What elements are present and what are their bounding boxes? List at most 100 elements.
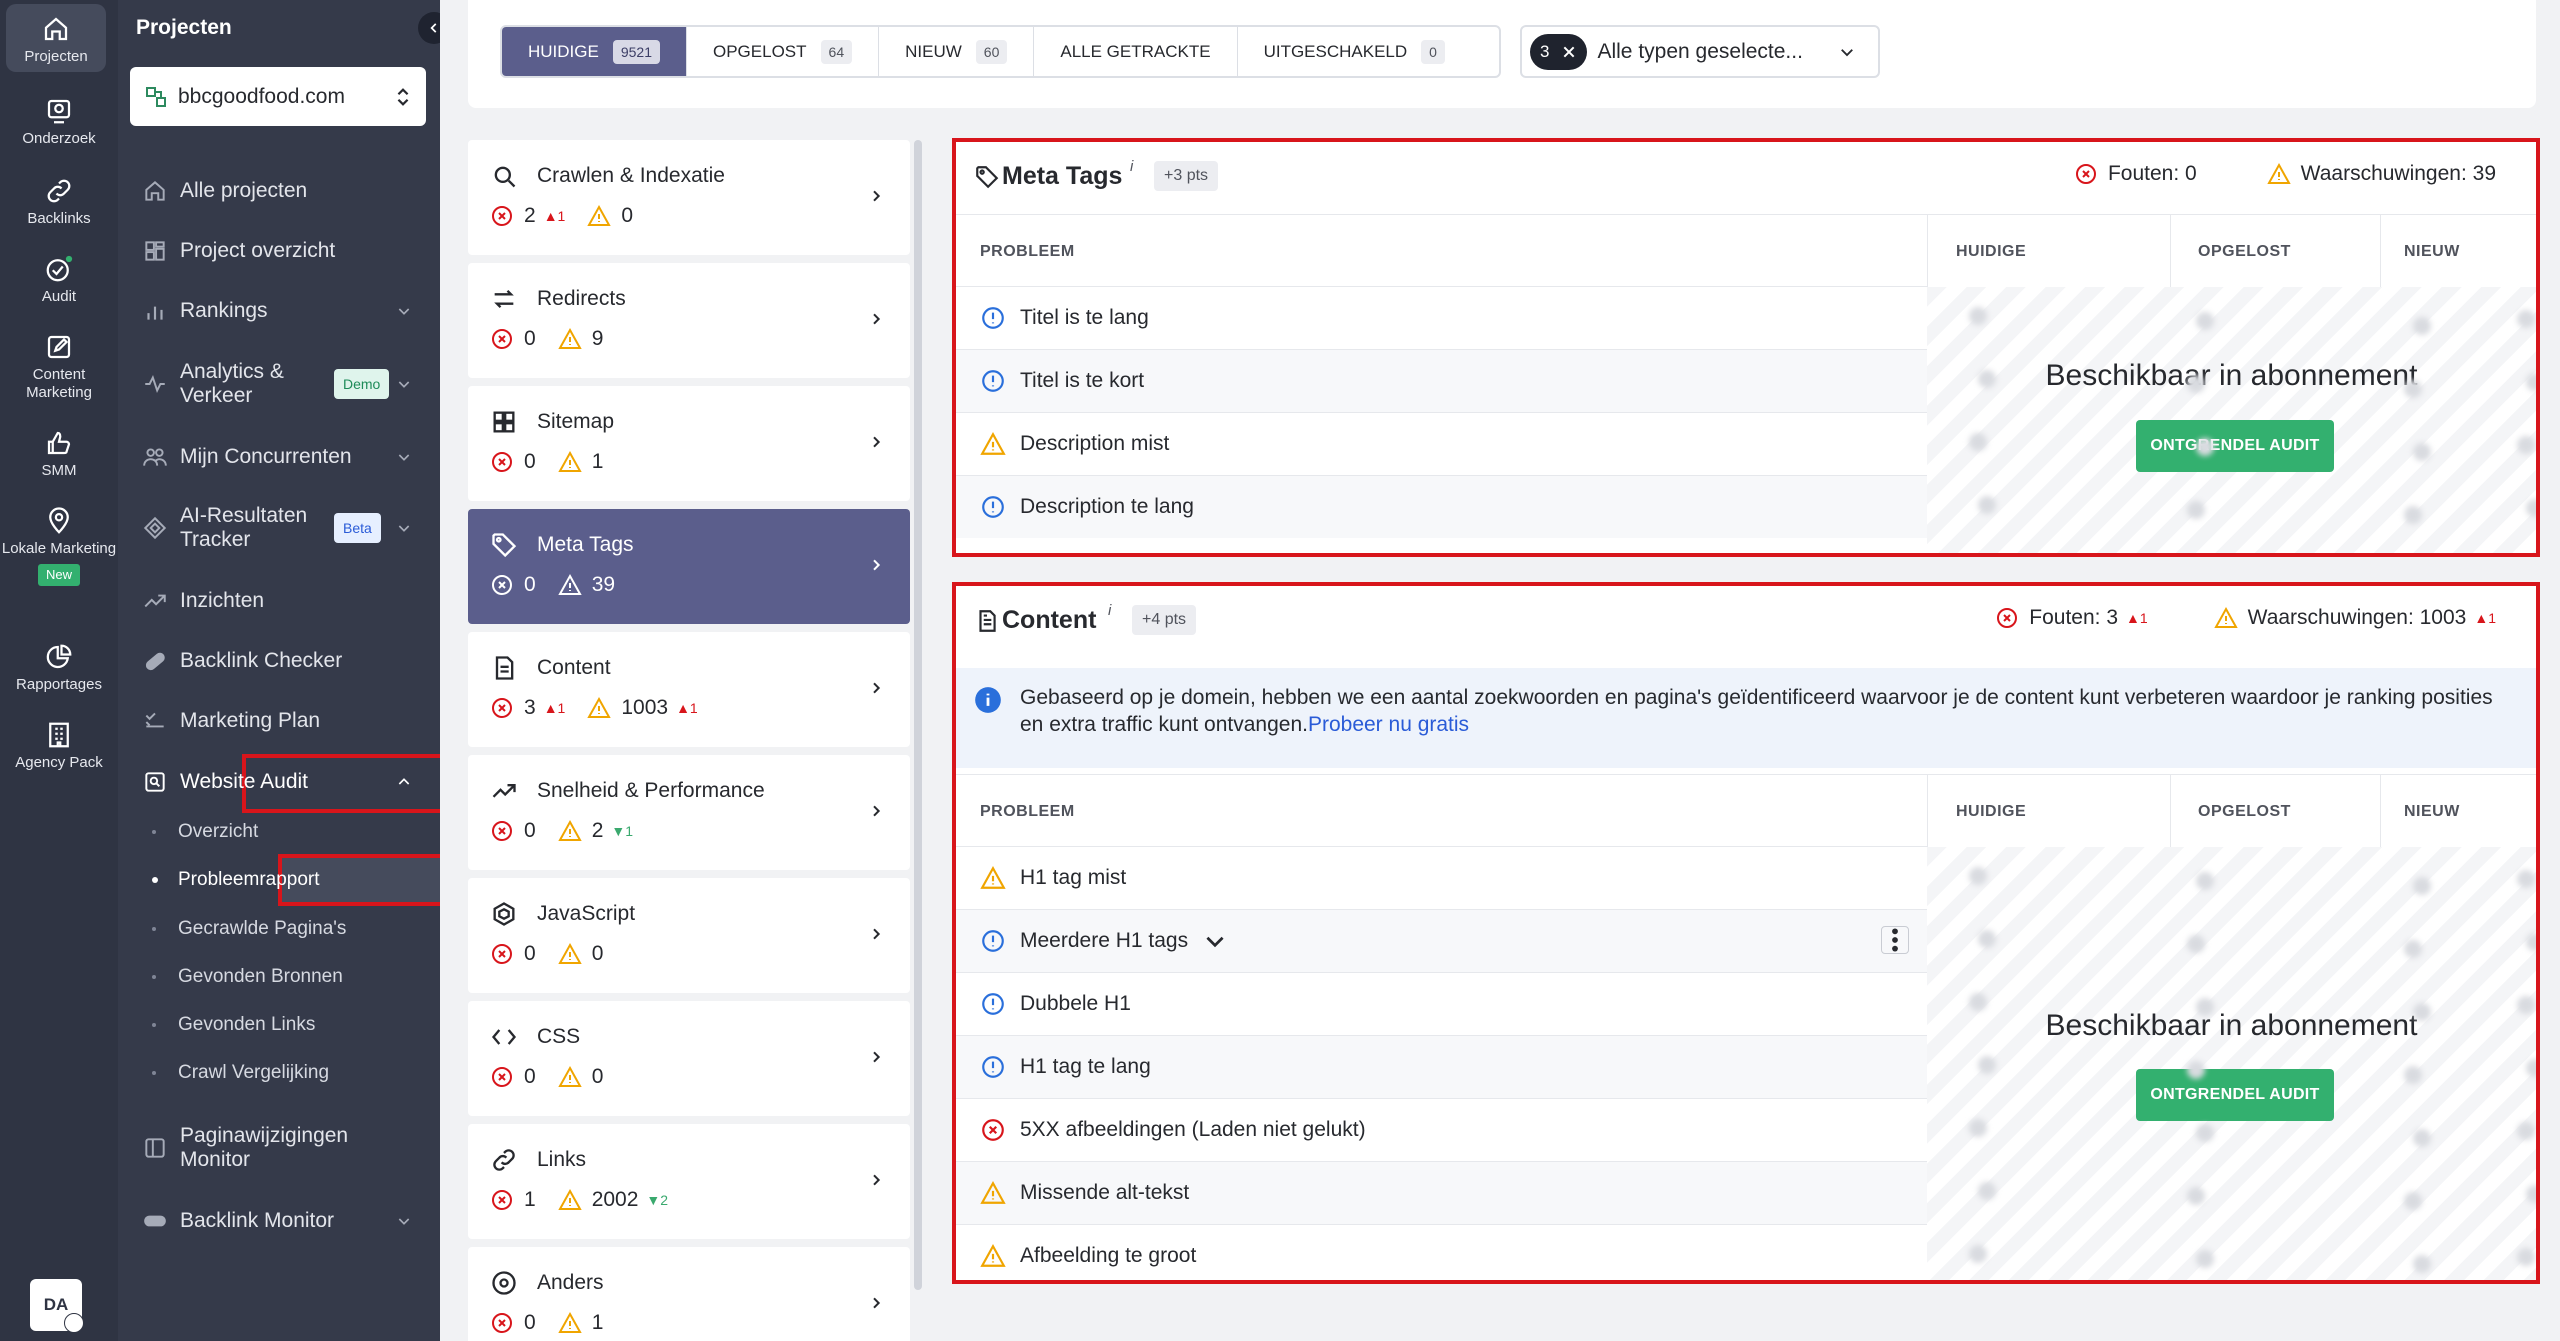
category-item[interactable]: Links 1 2002 ▼2	[468, 1124, 910, 1239]
info-icon[interactable]: i	[1108, 602, 1111, 619]
chevron-right-icon	[873, 436, 881, 448]
rail-audit[interactable]: Audit	[0, 254, 118, 306]
try-free-link[interactable]: Probeer nu gratis	[1308, 713, 1469, 736]
settings-gear-icon[interactable]	[64, 1313, 84, 1333]
audit-search-icon	[145, 772, 165, 792]
problem-row[interactable]: Description te lang	[956, 475, 1927, 538]
category-item[interactable]: JavaScript 0 0	[468, 878, 910, 993]
nav-inzichten[interactable]: Inzichten	[142, 588, 432, 614]
rail-content-marketing[interactable]: Content Marketing	[0, 332, 118, 402]
problem-row[interactable]: Meerdere H1 tags	[956, 909, 1927, 972]
info-icon	[982, 370, 1004, 392]
unlock-audit-button[interactable]: ONTGRENDEL AUDIT	[2136, 420, 2334, 472]
category-item[interactable]: Redirects 0 9	[468, 263, 910, 378]
category-item[interactable]: Snelheid & Performance 0 2 ▼1	[468, 755, 910, 870]
rail-onderzoek[interactable]: Onderzoek	[0, 96, 118, 148]
type-count: 3	[1540, 41, 1550, 61]
nav-backlink-monitor[interactable]: Backlink Monitor	[142, 1208, 432, 1234]
rail-rapportages[interactable]: Rapportages	[0, 642, 118, 694]
unlock-audit-button[interactable]: ONTGRENDEL AUDIT	[2136, 1069, 2334, 1121]
sub-crawl-vergelijking[interactable]: Crawl Vergelijking	[152, 1062, 329, 1084]
category-item[interactable]: Crawlen & Indexatie 2 ▲1 0	[468, 140, 910, 255]
type-filter-select[interactable]: 3 Alle typen geselecte...	[1520, 25, 1880, 78]
blurred-value	[2413, 1129, 2431, 1147]
problem-row[interactable]: 5XX afbeeldingen (Laden niet gelukt)	[956, 1098, 1927, 1161]
problem-row[interactable]: Afbeelding te groot	[956, 1224, 1927, 1287]
blurred-value	[1969, 1245, 1987, 1263]
nav-analytics[interactable]: Analytics & Verkeer Demo	[142, 360, 432, 408]
sub-gevonden-bronnen[interactable]: Gevonden Bronnen	[152, 966, 343, 988]
problem-row[interactable]: Dubbele H1	[956, 972, 1927, 1035]
nav-website-audit[interactable]: Website Audit	[142, 769, 432, 795]
blurred-value	[1969, 433, 1987, 451]
problem-row[interactable]: Description mist	[956, 412, 1927, 475]
sub-overzicht[interactable]: Overzicht	[152, 821, 258, 843]
tab-label: HUIDIGE	[528, 41, 599, 61]
nav-project-overzicht[interactable]: Project overzicht	[142, 238, 432, 264]
panel-header: Content i +4 pts Fouten: 3 ▲1 Waarschuwi…	[956, 586, 2536, 658]
chevron-right-icon	[873, 1174, 881, 1186]
rail-lokale-marketing[interactable]: Lokale Marketing New	[0, 506, 118, 586]
sub-probleemrapport[interactable]: Probleemrapport	[152, 869, 320, 891]
rail-smm[interactable]: SMM	[0, 428, 118, 480]
category-item[interactable]: Sitemap 0 1	[468, 386, 910, 501]
col-huidige: HUIDIGE	[1956, 803, 2027, 820]
rail-label: Rapportages	[16, 676, 102, 693]
sub-gevonden-links[interactable]: Gevonden Links	[152, 1014, 315, 1036]
problem-row[interactable]: Titel is te lang	[956, 286, 1927, 349]
problem-row[interactable]: Missende alt-tekst	[956, 1161, 1927, 1224]
problem-row[interactable]: H1 tag mist	[956, 846, 1927, 909]
project-selector[interactable]: bbcgoodfood.com	[130, 67, 426, 126]
category-item[interactable]: Content 3 ▲1 1003 ▲1	[468, 632, 910, 747]
rail-agency-pack[interactable]: Agency Pack	[0, 720, 118, 772]
tab-opgelost[interactable]: OPGELOST 64	[687, 27, 880, 76]
nav-label: Backlink Checker	[180, 649, 343, 672]
info-circle-icon	[975, 687, 1001, 713]
problem-row[interactable]: Titel is te kort	[956, 349, 1927, 412]
rail-backlinks[interactable]: Backlinks	[0, 176, 118, 228]
blurred-value	[2404, 1192, 2422, 1210]
problem-row[interactable]: H1 tag te lang	[956, 1035, 1927, 1098]
category-item[interactable]: Anders 0 1	[468, 1247, 910, 1341]
sub-gecrawlde-paginas[interactable]: Gecrawlde Pagina's	[152, 918, 346, 940]
nav-rankings[interactable]: Rankings	[142, 298, 432, 324]
type-count-chip[interactable]: 3	[1530, 33, 1588, 70]
tab-huidige[interactable]: HUIDIGE 9521	[502, 27, 687, 76]
category-errors: 0	[524, 327, 536, 350]
tab-nieuw[interactable]: NIEUW 60	[879, 27, 1035, 76]
nav-marketing-plan[interactable]: Marketing Plan	[142, 708, 432, 734]
ai-icon	[143, 516, 167, 540]
nav-backlink-checker[interactable]: Backlink Checker	[142, 648, 432, 674]
category-stats: 01	[490, 1311, 603, 1335]
trend-icon	[492, 784, 516, 798]
demo-badge: Demo	[334, 369, 390, 399]
rail-label: Audit	[41, 288, 77, 305]
table-header: PROBLEEM HUIDIGE OPGELOST NIEUW	[956, 774, 2536, 847]
tab-uitgeschakeld[interactable]: UITGESCHAKELD 0	[1238, 27, 1471, 76]
category-stats: 3 ▲1 1003 ▲1	[490, 696, 698, 720]
category-errors: 0	[524, 942, 536, 965]
category-name: Crawlen & Indexatie	[537, 164, 725, 187]
warning-icon	[557, 327, 582, 349]
errors-delta-value: 1	[557, 700, 566, 716]
nav-paginawijzigingen[interactable]: Paginawijzigingen Monitor	[142, 1124, 432, 1172]
nav-ai-resultaten[interactable]: AI-Resultaten Tracker Beta	[142, 504, 432, 552]
chevron-down-icon[interactable]	[1202, 928, 1228, 954]
rail-label: SMM	[41, 462, 77, 479]
nav-alle-projecten[interactable]: Alle projecten	[142, 178, 432, 204]
nav-mijn-concurrenten[interactable]: Mijn Concurrenten	[142, 444, 432, 470]
category-scrollbar[interactable]	[914, 140, 922, 1290]
info-icon[interactable]: i	[1130, 158, 1133, 175]
warning-icon	[980, 1244, 1006, 1267]
category-item[interactable]: CSS 0 0	[468, 1001, 910, 1116]
warning-icon	[557, 1311, 582, 1333]
blurred-value	[2404, 506, 2422, 524]
problem-label: Dubbele H1	[1020, 992, 1131, 1015]
close-icon[interactable]	[1561, 44, 1577, 60]
rail-projecten[interactable]: Projecten	[6, 4, 106, 72]
checklist-icon	[145, 712, 164, 728]
rail-label: Content Marketing	[26, 366, 92, 401]
more-options-button[interactable]	[1881, 926, 1909, 954]
tab-alle-getrackte[interactable]: ALLE GETRACKTE	[1034, 27, 1238, 76]
category-item[interactable]: Meta Tags 0 39	[468, 509, 910, 624]
